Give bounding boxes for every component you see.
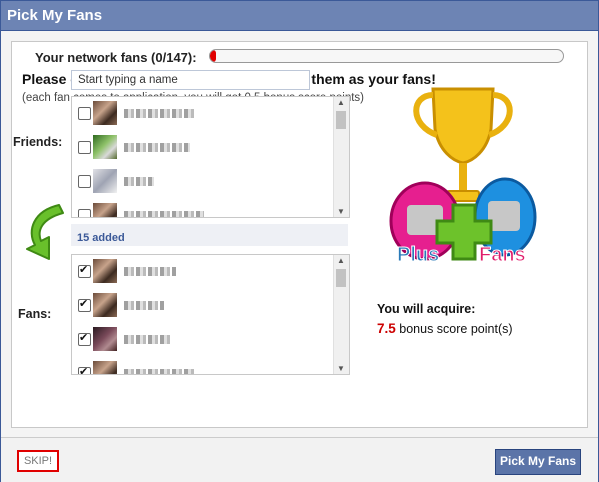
friend-name-blurred xyxy=(124,177,154,186)
logo-fans-text: Fans xyxy=(479,244,526,266)
fans-scrollbar[interactable]: ▲ ▼ xyxy=(333,255,349,374)
bonus-points: 7.5 bonus score point(s) xyxy=(377,321,513,336)
fan-name-blurred xyxy=(124,301,164,310)
dialog-titlebar: Pick My Fans xyxy=(1,1,598,31)
friend-row[interactable] xyxy=(72,201,334,217)
fan-row[interactable] xyxy=(72,359,334,374)
friend-name-blurred xyxy=(124,211,204,217)
fans-label: Fans: xyxy=(18,307,52,321)
fan-avatar xyxy=(93,327,117,351)
fan-checkbox[interactable] xyxy=(78,263,91,278)
friends-scrollbar[interactable]: ▲ ▼ xyxy=(333,97,349,217)
friend-name-blurred xyxy=(124,109,196,118)
friend-checkbox[interactable] xyxy=(78,175,91,188)
bonus-points-value: 7.5 xyxy=(377,321,396,336)
added-count: 15 added xyxy=(77,232,125,244)
friend-search-input[interactable] xyxy=(71,70,310,90)
fan-name-blurred xyxy=(124,369,194,374)
fan-name-blurred xyxy=(124,267,176,276)
fan-row[interactable] xyxy=(72,325,334,353)
progress-fill xyxy=(210,50,216,62)
friends-label: Friends: xyxy=(13,135,63,149)
scroll-thumb[interactable] xyxy=(336,111,346,129)
fan-checkbox[interactable] xyxy=(78,365,91,374)
friend-row[interactable] xyxy=(72,133,334,161)
friend-avatar xyxy=(93,101,117,125)
fans-list[interactable]: ▲ ▼ xyxy=(71,254,350,375)
skip-button[interactable]: SKIP! xyxy=(17,450,59,472)
fan-avatar xyxy=(93,361,117,374)
fan-row[interactable] xyxy=(72,257,334,285)
friend-checkbox[interactable] xyxy=(78,107,91,120)
scroll-down-icon[interactable]: ▼ xyxy=(337,207,345,216)
friend-avatar xyxy=(93,203,117,217)
logo-plus-text: Plus xyxy=(397,244,439,266)
friend-row[interactable] xyxy=(72,167,334,195)
friend-row[interactable] xyxy=(72,99,334,127)
scroll-up-icon[interactable]: ▲ xyxy=(337,98,345,107)
pick-my-fans-dialog: Pick My Fans Your network fans (0/147): … xyxy=(0,0,599,482)
scroll-down-icon[interactable]: ▼ xyxy=(337,364,345,373)
green-arrow-icon xyxy=(26,204,64,260)
fan-name-blurred xyxy=(124,335,172,344)
fan-row[interactable] xyxy=(72,291,334,319)
friends-list[interactable]: ▲ ▼ xyxy=(71,96,350,218)
acquire-label: You will acquire: xyxy=(377,302,476,316)
fan-avatar xyxy=(93,259,117,283)
fan-avatar xyxy=(93,293,117,317)
bonus-points-suffix: bonus score point(s) xyxy=(399,322,513,336)
pick-my-fans-button[interactable]: Pick My Fans xyxy=(495,449,581,475)
friend-checkbox[interactable] xyxy=(78,141,91,154)
dialog-title: Pick My Fans xyxy=(7,7,103,24)
friend-avatar xyxy=(93,135,117,159)
friend-name-blurred xyxy=(124,143,190,152)
friend-avatar xyxy=(93,169,117,193)
scroll-up-icon[interactable]: ▲ xyxy=(337,256,345,265)
network-fans-progress-bar xyxy=(209,49,564,63)
fan-checkbox[interactable] xyxy=(78,297,91,312)
scroll-thumb[interactable] xyxy=(336,269,346,287)
fan-checkbox[interactable] xyxy=(78,331,91,346)
plus-fans-logo: Plus Fans xyxy=(389,87,537,267)
network-fans-label: Your network fans (0/147): xyxy=(35,50,197,65)
friend-checkbox[interactable] xyxy=(78,209,91,217)
